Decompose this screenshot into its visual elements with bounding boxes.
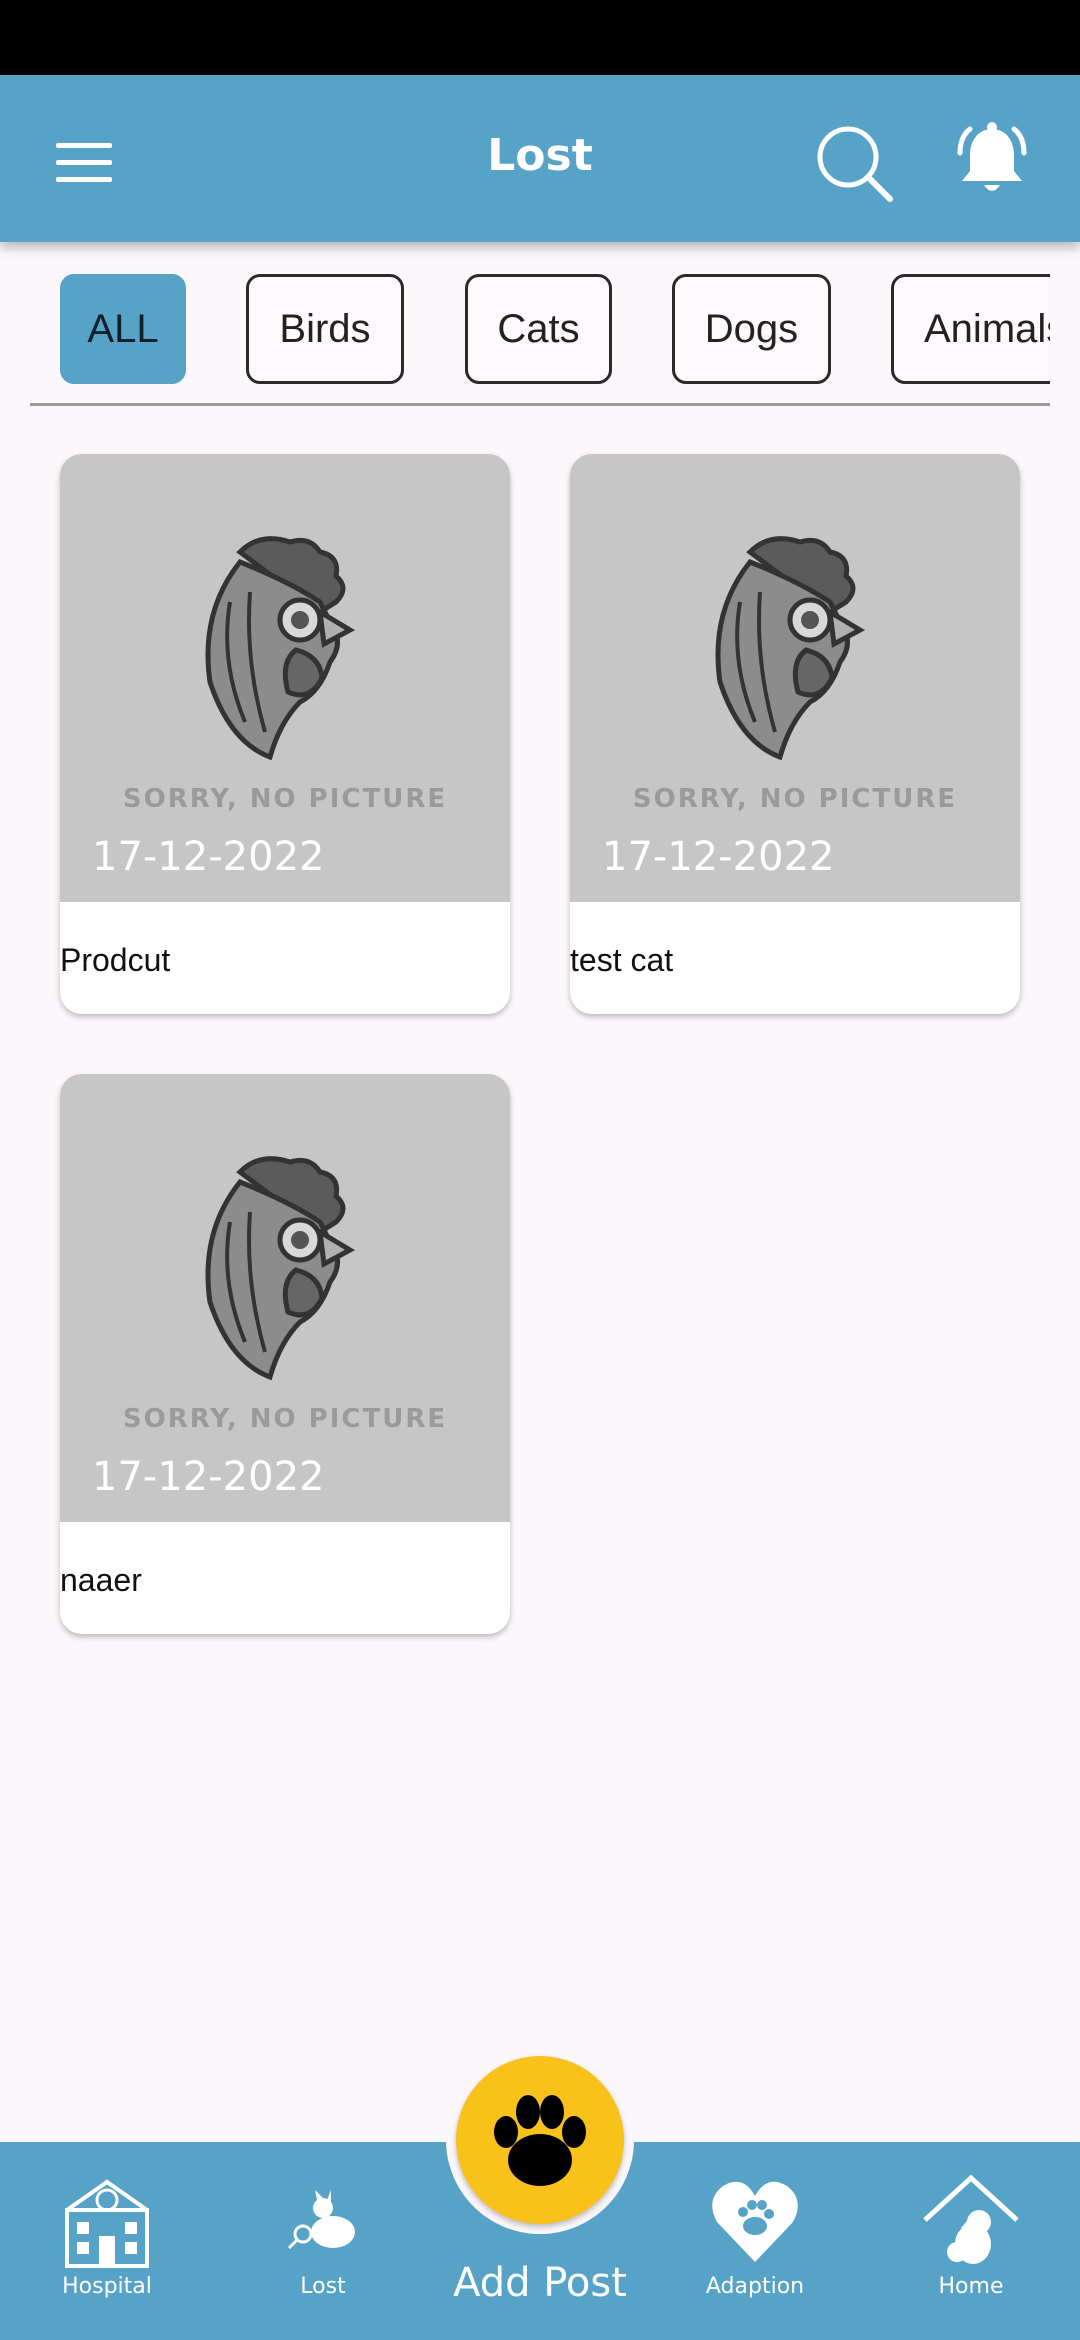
rooster-icon — [205, 1156, 356, 1381]
nav-lost[interactable]: Lost — [233, 2160, 413, 2320]
paw-icon — [494, 2095, 586, 2186]
post-card[interactable]: SORRY, NO PICTURE 17-12-2022 Prodcut — [60, 454, 510, 1014]
post-image-placeholder: SORRY, NO PICTURE 17-12-2022 — [570, 454, 1020, 902]
nav-home[interactable]: Home — [881, 2160, 1061, 2320]
search-icon — [817, 126, 893, 202]
nav-adaption[interactable]: Adaption — [665, 2160, 845, 2320]
post-title: naaer — [60, 1562, 142, 1598]
menu-icon-bar — [56, 160, 112, 165]
nav-label: Home — [938, 2274, 1004, 2299]
app-bar: Lost — [0, 75, 1080, 242]
no-picture-text: SORRY, NO PICTURE — [632, 784, 958, 814]
no-picture-text: SORRY, NO PICTURE — [122, 784, 448, 814]
menu-icon-bar — [56, 177, 112, 182]
nav-hospital[interactable]: Hospital — [17, 2160, 197, 2320]
rooster-icon — [715, 536, 866, 761]
filter-chip-birds[interactable]: Birds — [246, 274, 404, 384]
status-bar — [0, 0, 1080, 75]
nav-label: Lost — [300, 2274, 346, 2299]
bell-icon — [957, 122, 1027, 191]
category-filter-bar: ALL Birds Cats Dogs Animals — [0, 272, 1050, 390]
filter-chip-cats[interactable]: Cats — [465, 274, 612, 384]
post-image-placeholder: SORRY, NO PICTURE 17-12-2022 — [60, 1074, 510, 1522]
post-date: 17-12-2022 — [92, 834, 325, 880]
filter-divider — [30, 403, 1050, 406]
rooster-icon — [205, 536, 356, 761]
lost-pet-icon — [287, 2190, 355, 2250]
post-card[interactable]: SORRY, NO PICTURE 17-12-2022 naaer — [60, 1074, 510, 1634]
nav-label: Adaption — [705, 2274, 805, 2299]
menu-button[interactable] — [56, 143, 112, 183]
menu-icon — [56, 143, 112, 148]
post-title: Prodcut — [60, 942, 171, 978]
post-card[interactable]: SORRY, NO PICTURE 17-12-2022 test cat — [570, 454, 1020, 1014]
page-title: Lost — [487, 130, 593, 181]
post-image-placeholder: SORRY, NO PICTURE 17-12-2022 — [60, 454, 510, 902]
post-title: test cat — [570, 942, 674, 978]
home-dog-icon — [923, 2174, 1019, 2264]
filter-chip-dogs[interactable]: Dogs — [672, 274, 831, 384]
filter-chip-all[interactable]: ALL — [60, 274, 186, 384]
heart-paw-icon — [712, 2181, 798, 2262]
hospital-icon — [65, 2179, 149, 2268]
add-post-label[interactable]: Add Post — [420, 2260, 660, 2306]
post-date: 17-12-2022 — [92, 1454, 325, 1500]
nav-label: Hospital — [62, 2274, 152, 2299]
notifications-button[interactable] — [950, 119, 1034, 203]
post-date: 17-12-2022 — [602, 834, 835, 880]
search-button[interactable] — [814, 123, 894, 203]
filter-chip-animals[interactable]: Animals — [891, 274, 1050, 384]
add-post-button[interactable] — [456, 2056, 624, 2224]
no-picture-text: SORRY, NO PICTURE — [122, 1404, 448, 1434]
